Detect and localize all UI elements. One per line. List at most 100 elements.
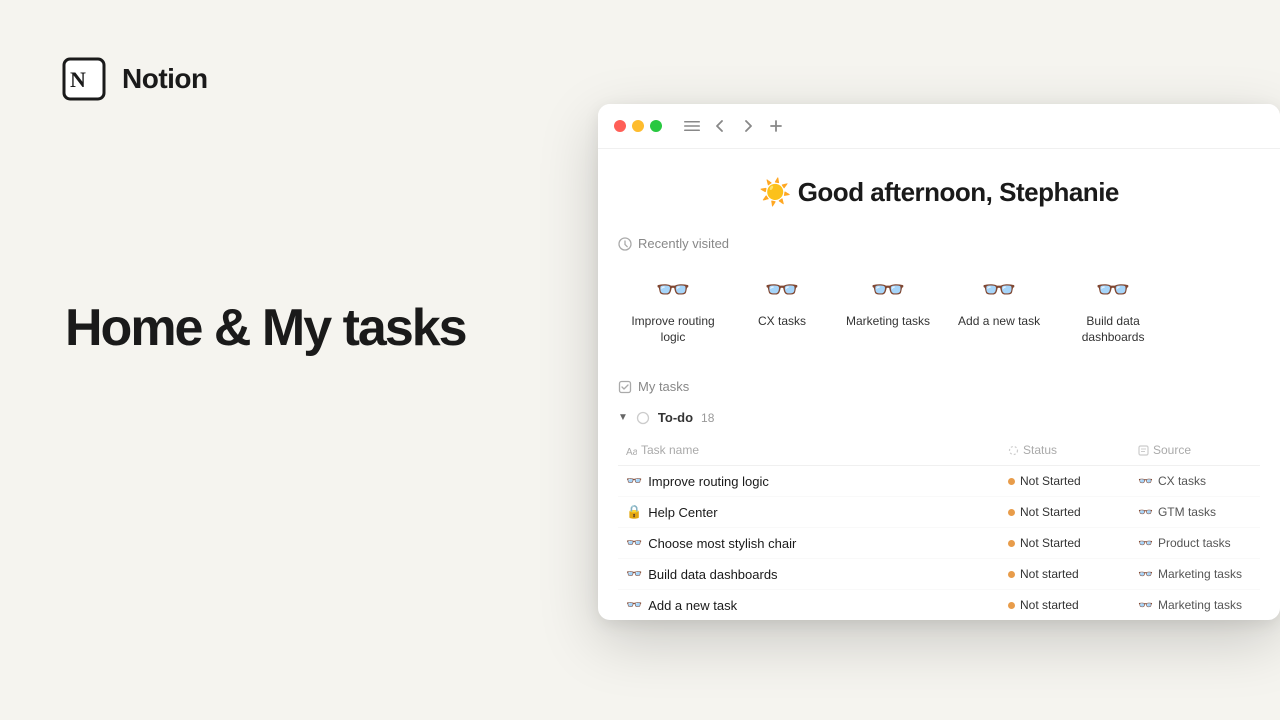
hamburger-icon[interactable] xyxy=(682,116,702,136)
source-icon-3: 👓 xyxy=(1138,567,1153,581)
todo-circle-icon xyxy=(636,411,650,425)
task-icon-1: 🔒 xyxy=(626,504,642,520)
rv-item-4[interactable]: 👓 Build data dashboards xyxy=(1054,263,1172,355)
source-name-1: GTM tasks xyxy=(1158,505,1216,519)
close-button[interactable] xyxy=(614,120,626,132)
toggle-arrow-icon[interactable]: ▼ xyxy=(618,412,628,423)
svg-text:Aa: Aa xyxy=(626,447,637,456)
task-row-3[interactable]: 👓 Build data dashboards Not started 👓 Ma… xyxy=(618,559,1260,590)
status-text-0: Not Started xyxy=(1020,474,1081,488)
add-icon[interactable] xyxy=(766,116,786,136)
task-cell-source-3: 👓 Marketing tasks xyxy=(1130,560,1260,588)
th-status-icon xyxy=(1008,445,1019,456)
title-bar-controls xyxy=(682,116,786,136)
task-row-0[interactable]: 👓 Improve routing logic Not Started 👓 CX xyxy=(618,466,1260,497)
th-status: Status xyxy=(1000,439,1130,461)
task-name-0: Improve routing logic xyxy=(648,474,769,489)
th-task-name-label: Task name xyxy=(641,443,699,457)
rv-icon-0: 👓 xyxy=(656,273,691,306)
task-icon-4: 👓 xyxy=(626,597,642,613)
task-cell-name-0: 👓 Improve routing logic xyxy=(618,466,1000,496)
back-icon[interactable] xyxy=(710,116,730,136)
rv-label-0: Improve routing logic xyxy=(628,314,718,345)
status-dot-0 xyxy=(1008,478,1015,485)
recently-visited-label: Recently visited xyxy=(638,236,729,251)
task-cell-source-1: 👓 GTM tasks xyxy=(1130,498,1260,526)
status-text-3: Not started xyxy=(1020,567,1079,581)
page-title: Home & My tasks xyxy=(65,300,466,357)
traffic-lights xyxy=(614,120,662,132)
task-name-1: Help Center xyxy=(648,505,717,520)
status-badge-0: Not Started xyxy=(1008,474,1081,488)
status-badge-2: Not Started xyxy=(1008,536,1081,550)
content-area: ☀️ Good afternoon, Stephanie Recently vi… xyxy=(598,149,1280,620)
status-text-4: Not started xyxy=(1020,598,1079,612)
status-text-2: Not Started xyxy=(1020,536,1081,550)
table-header: Aa Task name Status Source xyxy=(618,435,1260,466)
status-dot-4 xyxy=(1008,602,1015,609)
task-icon-3: 👓 xyxy=(626,566,642,582)
title-bar xyxy=(598,104,1280,149)
forward-icon[interactable] xyxy=(738,116,758,136)
greeting-section: ☀️ Good afternoon, Stephanie xyxy=(598,149,1280,228)
source-name-3: Marketing tasks xyxy=(1158,567,1242,581)
th-task-name: Aa Task name xyxy=(618,439,1000,461)
task-cell-name-2: 👓 Choose most stylish chair xyxy=(618,528,1000,558)
status-dot-3 xyxy=(1008,571,1015,578)
task-cell-source-4: 👓 Marketing tasks xyxy=(1130,591,1260,619)
rv-item-2[interactable]: 👓 Marketing tasks xyxy=(832,263,944,355)
rv-icon-2: 👓 xyxy=(871,273,906,306)
source-name-4: Marketing tasks xyxy=(1158,598,1242,612)
task-cell-name-3: 👓 Build data dashboards xyxy=(618,559,1000,589)
task-name-2: Choose most stylish chair xyxy=(648,536,796,551)
rv-icon-3: 👓 xyxy=(982,273,1017,306)
clock-icon xyxy=(618,237,632,251)
task-name-4: Add a new task xyxy=(648,598,737,613)
status-badge-1: Not Started xyxy=(1008,505,1081,519)
minimize-button[interactable] xyxy=(632,120,644,132)
th-source-icon xyxy=(1138,445,1149,456)
svg-text:N: N xyxy=(70,67,86,92)
status-dot-1 xyxy=(1008,509,1015,516)
todo-count: 18 xyxy=(701,411,714,425)
task-cell-name-4: 👓 Add a new task xyxy=(618,590,1000,620)
task-icon-2: 👓 xyxy=(626,535,642,551)
rv-item-0[interactable]: 👓 Improve routing logic xyxy=(614,263,732,355)
status-dot-2 xyxy=(1008,540,1015,547)
task-icon-0: 👓 xyxy=(626,473,642,489)
todo-label: To-do xyxy=(658,410,693,425)
my-tasks-label: My tasks xyxy=(638,379,689,394)
my-tasks-section: My tasks ▼ To-do 18 Aa Task name Status xyxy=(598,379,1280,620)
task-cell-status-0: Not Started xyxy=(1000,467,1130,495)
source-name-2: Product tasks xyxy=(1158,536,1231,550)
rv-item-3[interactable]: 👓 Add a new task xyxy=(944,263,1054,355)
rv-item-1[interactable]: 👓 CX tasks xyxy=(732,263,832,355)
task-cell-status-4: Not started xyxy=(1000,591,1130,619)
recently-visited-items: 👓 Improve routing logic 👓 CX tasks 👓 Mar… xyxy=(598,263,1280,379)
maximize-button[interactable] xyxy=(650,120,662,132)
brand-area: N Notion xyxy=(60,55,208,103)
source-icon-4: 👓 xyxy=(1138,598,1153,612)
source-icon-1: 👓 xyxy=(1138,505,1153,519)
task-row-2[interactable]: 👓 Choose most stylish chair Not Started … xyxy=(618,528,1260,559)
greeting-text: ☀️ Good afternoon, Stephanie xyxy=(759,177,1119,207)
recently-visited-header: Recently visited xyxy=(598,228,1280,263)
task-row-1[interactable]: 🔒 Help Center Not Started 👓 GTM tasks xyxy=(618,497,1260,528)
task-cell-status-2: Not Started xyxy=(1000,529,1130,557)
rv-label-3: Add a new task xyxy=(958,314,1040,330)
notion-logo-icon: N xyxy=(60,55,108,103)
task-row-4[interactable]: 👓 Add a new task Not started 👓 Marketing xyxy=(618,590,1260,620)
rv-label-4: Build data dashboards xyxy=(1068,314,1158,345)
rv-icon-1: 👓 xyxy=(765,273,800,306)
brand-name: Notion xyxy=(122,63,208,95)
task-cell-name-1: 🔒 Help Center xyxy=(618,497,1000,527)
rv-label-1: CX tasks xyxy=(758,314,806,330)
my-tasks-title: My tasks xyxy=(618,379,1260,394)
status-text-1: Not Started xyxy=(1020,505,1081,519)
task-cell-status-3: Not started xyxy=(1000,560,1130,588)
status-badge-3: Not started xyxy=(1008,567,1079,581)
rv-icon-4: 👓 xyxy=(1096,273,1131,306)
source-icon-0: 👓 xyxy=(1138,474,1153,488)
task-cell-status-1: Not Started xyxy=(1000,498,1130,526)
source-icon-2: 👓 xyxy=(1138,536,1153,550)
